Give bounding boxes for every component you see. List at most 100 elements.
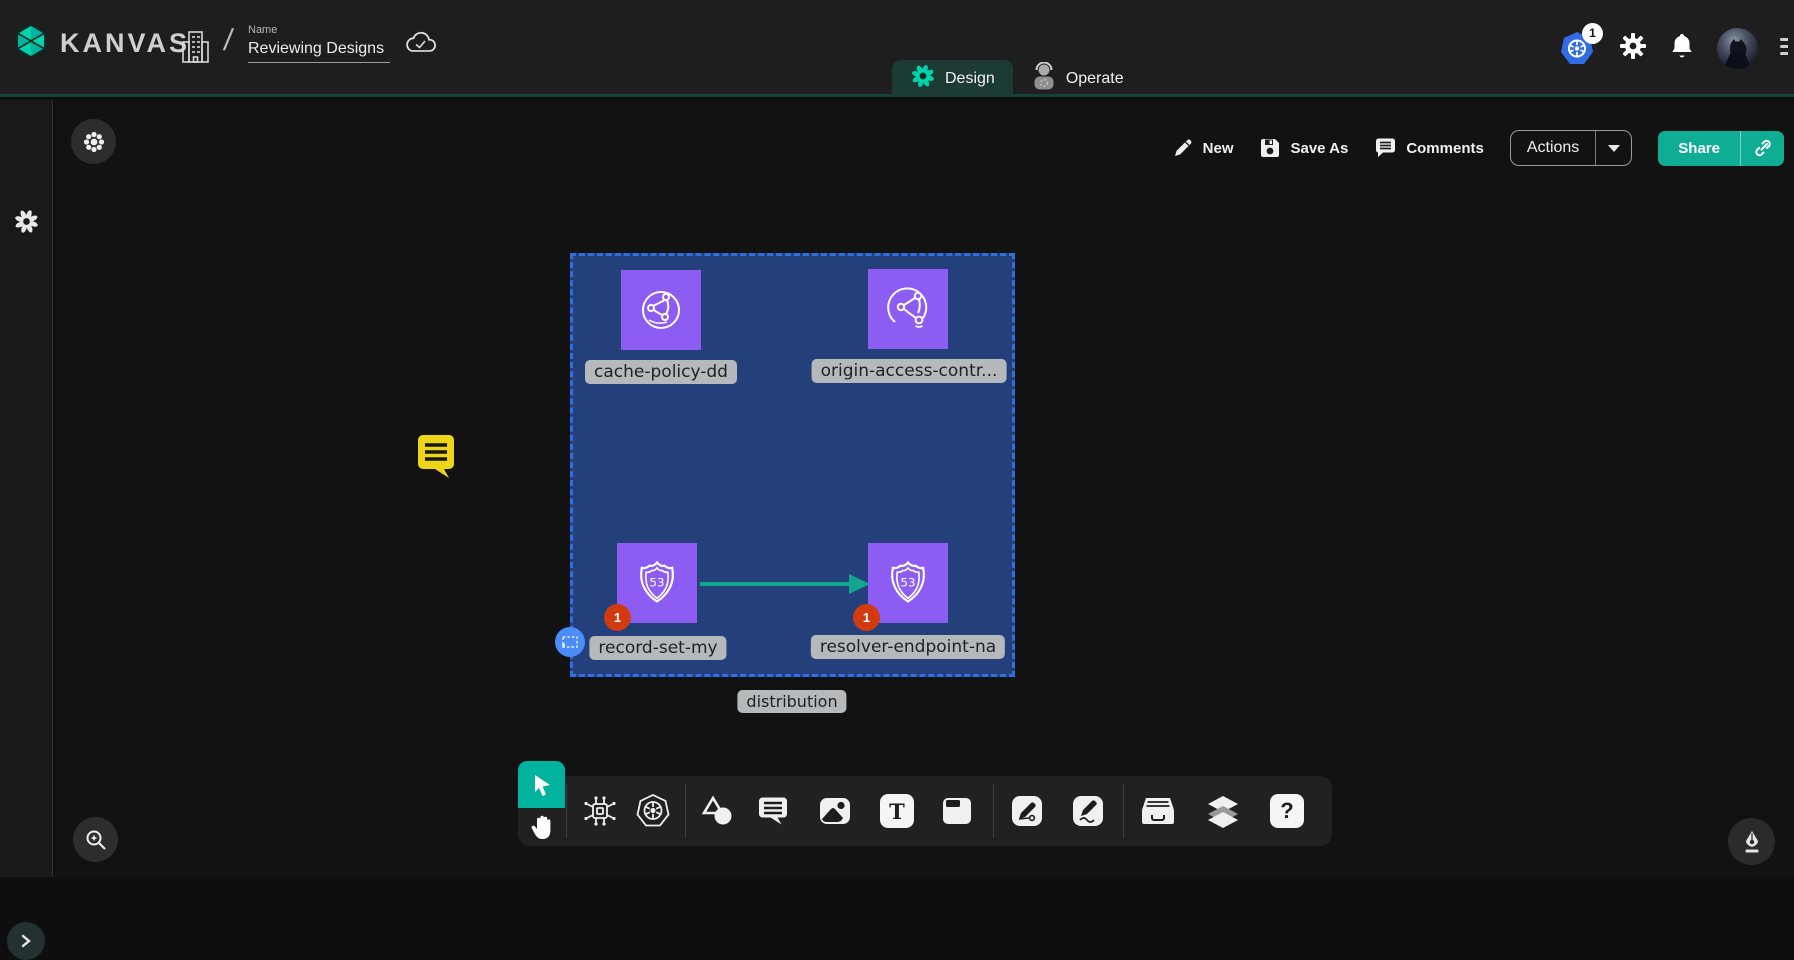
design-swirl-icon [910, 63, 936, 94]
share-button-label: Share [1658, 131, 1740, 166]
node-cache-policy[interactable] [621, 270, 701, 350]
layers-icon [1205, 794, 1241, 828]
freehand-pencil-icon [1071, 794, 1105, 828]
mode-tabs: Design Operate [892, 60, 1142, 97]
canvas-action-row: New Save As Comments Actions Share [1172, 126, 1784, 170]
toolbar-separator [685, 784, 686, 838]
hand-icon [530, 814, 554, 840]
user-avatar[interactable] [1717, 28, 1758, 69]
meshery-swirl-icon[interactable] [13, 208, 40, 240]
tab-operate[interactable]: Operate [1013, 60, 1142, 97]
pencil-icon [1172, 137, 1194, 159]
design-name-input[interactable] [248, 38, 390, 63]
node-issue-badge[interactable]: 1 [604, 604, 631, 631]
tool-text[interactable]: T [877, 791, 917, 831]
node-label[interactable]: cache-policy-dd [585, 360, 737, 384]
new-button[interactable]: New [1172, 137, 1234, 159]
save-as-button-label: Save As [1290, 140, 1348, 157]
comment-bubble-icon [412, 432, 458, 480]
organization-icon[interactable] [180, 26, 210, 73]
design-name-field: Name [248, 24, 390, 63]
tool-edge-pen[interactable] [1007, 791, 1047, 831]
tool-image[interactable] [815, 791, 855, 831]
app-header: KANVAS / Name [0, 0, 1794, 97]
kubernetes-helm-icon [635, 793, 671, 829]
comments-button-label: Comments [1406, 140, 1484, 157]
bottom-toolbar: T [518, 776, 1332, 846]
new-button-label: New [1203, 140, 1234, 157]
shapes-icon [699, 794, 735, 828]
selection-rect-icon [562, 636, 578, 648]
actions-caret[interactable] [1595, 131, 1631, 165]
comments-icon [1374, 137, 1397, 159]
settings-gear-icon[interactable] [1619, 32, 1647, 65]
archive-drawer-icon [1140, 795, 1176, 827]
save-icon [1259, 137, 1281, 159]
cloudfront-globe-icon [635, 284, 687, 336]
origin-access-globe-icon [881, 282, 935, 336]
note-icon [940, 795, 974, 827]
sidebar-expand-button[interactable] [7, 922, 45, 960]
tool-kubernetes[interactable] [633, 791, 673, 831]
share-button[interactable]: Share [1658, 131, 1784, 166]
tab-operate-label: Operate [1066, 70, 1124, 88]
svg-text:53: 53 [900, 575, 915, 589]
comments-button[interactable]: Comments [1374, 137, 1484, 159]
node-label[interactable]: record-set-my [589, 636, 726, 660]
cloud-save-status-icon [403, 30, 439, 63]
menu-hamburger-icon[interactable] [1780, 38, 1788, 60]
toolbar-separator [993, 784, 994, 838]
k8s-context-count-badge: 1 [1582, 23, 1603, 44]
design-name-label: Name [248, 24, 390, 36]
actions-button-label: Actions [1511, 131, 1595, 165]
chevron-down-icon [1608, 145, 1620, 152]
tool-pan[interactable] [518, 808, 565, 846]
svg-text:53: 53 [649, 575, 664, 589]
tool-help[interactable]: ? [1267, 791, 1307, 831]
node-label[interactable]: origin-access-contr... [812, 359, 1007, 383]
canvas-comment-marker[interactable] [412, 432, 458, 485]
toolbar-separator [1123, 784, 1124, 838]
tool-comment[interactable] [753, 791, 793, 831]
tool-select-active[interactable] [518, 761, 565, 808]
brand-name: KANVAS [60, 28, 190, 59]
save-as-button[interactable]: Save As [1259, 137, 1348, 159]
tab-design[interactable]: Design [892, 60, 1013, 97]
edge-record-to-resolver[interactable] [697, 571, 873, 597]
tool-note[interactable] [937, 791, 977, 831]
kanvas-logo-icon[interactable] [12, 22, 50, 65]
left-sidebar [0, 100, 53, 877]
notifications-bell-icon[interactable] [1669, 32, 1695, 65]
image-icon [818, 794, 852, 828]
route53-shield-icon: 53 [882, 557, 934, 609]
copy-link-button[interactable] [1740, 131, 1784, 166]
canvas-swirl-button[interactable] [71, 119, 116, 164]
pen-nib-button[interactable] [1728, 818, 1775, 865]
tool-layers[interactable] [1203, 791, 1243, 831]
help-icon: ? [1270, 794, 1304, 828]
tool-shapes[interactable] [697, 791, 737, 831]
link-icon [1753, 138, 1773, 158]
tool-archive[interactable] [1138, 791, 1178, 831]
edge-pen-icon [1010, 794, 1044, 828]
node-origin-access[interactable] [868, 269, 948, 349]
route53-shield-icon: 53 [631, 557, 683, 609]
operate-person-icon [1031, 62, 1057, 95]
cursor-arrow-icon [531, 773, 553, 797]
group-select-chip[interactable] [555, 627, 585, 657]
comment-tool-icon [756, 795, 790, 827]
group-label[interactable]: distribution [737, 690, 846, 713]
circuit-icon [583, 794, 617, 828]
breadcrumb-separator: / [222, 24, 235, 58]
kubernetes-context-button[interactable]: 1 [1559, 31, 1597, 67]
tool-freehand[interactable] [1068, 791, 1108, 831]
tab-design-label: Design [945, 70, 995, 88]
text-tool-icon: T [880, 794, 914, 828]
tool-component[interactable] [580, 791, 620, 831]
node-label[interactable]: resolver-endpoint-na [811, 635, 1005, 659]
zoom-in-button[interactable] [73, 817, 118, 862]
actions-dropdown-button[interactable]: Actions [1510, 130, 1632, 166]
node-issue-badge[interactable]: 1 [853, 604, 880, 631]
node-resolver-endpoint[interactable]: 53 [868, 543, 948, 623]
toolbar-separator [566, 784, 567, 838]
